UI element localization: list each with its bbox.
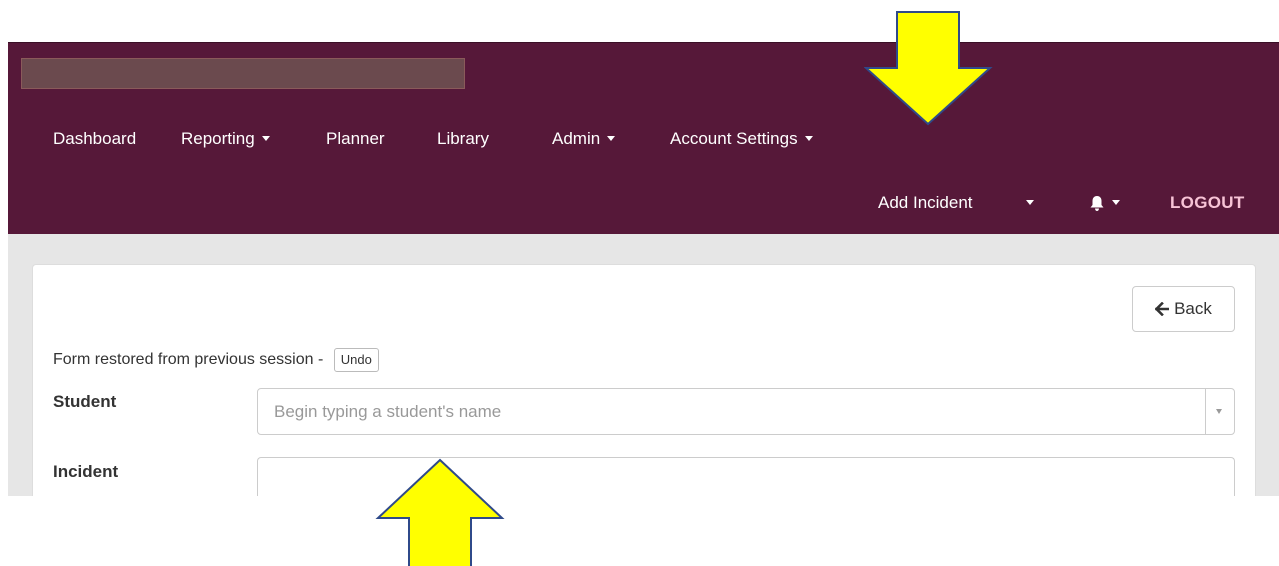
bell-icon [1090, 196, 1104, 212]
incident-label: Incident [53, 462, 119, 481]
caret-down-icon [261, 136, 270, 142]
caret-down-icon [1216, 409, 1222, 414]
add-incident-label: Add Incident [878, 193, 973, 212]
student-search-input[interactable]: Begin typing a student's name [257, 388, 1235, 435]
form-restored-notice: Form restored from previous session - Un… [53, 348, 379, 372]
nav-item-label: Account Settings [670, 129, 798, 148]
undo-button[interactable]: Undo [333, 348, 379, 372]
screenshot-stage: Dashboard Reporting Planner Library Admi… [0, 0, 1279, 566]
nav-item-label: Admin [552, 129, 601, 148]
restored-text: Form restored from previous session - [53, 351, 324, 369]
nav-item-label: Library [437, 129, 489, 148]
student-placeholder: Begin typing a student's name [274, 402, 502, 421]
nav-item-reporting[interactable]: Reporting [181, 129, 270, 149]
caret-down-icon [607, 136, 616, 142]
nav-item-planner[interactable]: Planner [326, 129, 385, 149]
nav-item-admin[interactable]: Admin [552, 129, 616, 149]
add-incident-link[interactable]: Add Incident [878, 193, 973, 213]
back-button[interactable]: Back [1132, 286, 1235, 332]
add-incident-dropdown[interactable] [1026, 193, 1034, 213]
caret-down-icon [804, 136, 813, 142]
caret-down-icon [1112, 200, 1120, 206]
annotation-arrow-up [375, 458, 505, 566]
nav-item-dashboard[interactable]: Dashboard [53, 129, 136, 149]
top-navbar: Dashboard Reporting Planner Library Admi… [8, 42, 1279, 234]
annotation-arrow-down [864, 11, 993, 126]
nav-item-label: Reporting [181, 129, 255, 148]
nav-item-label: Dashboard [53, 129, 137, 148]
logout-label: LOGOUT [1170, 193, 1245, 212]
nav-item-label: Planner [326, 129, 385, 148]
nav-item-account-settings[interactable]: Account Settings [670, 129, 813, 149]
caret-down-icon [1026, 200, 1034, 206]
logout-link[interactable]: LOGOUT [1170, 193, 1245, 213]
notifications-dropdown[interactable] [1089, 193, 1120, 213]
arrow-left-icon [1155, 302, 1170, 316]
student-dropdown-toggle[interactable] [1205, 389, 1234, 434]
nav-item-library[interactable]: Library [437, 129, 489, 149]
redacted-brand-bar [21, 58, 465, 89]
student-label: Student [53, 392, 117, 411]
back-button-label: Back [1174, 299, 1212, 318]
